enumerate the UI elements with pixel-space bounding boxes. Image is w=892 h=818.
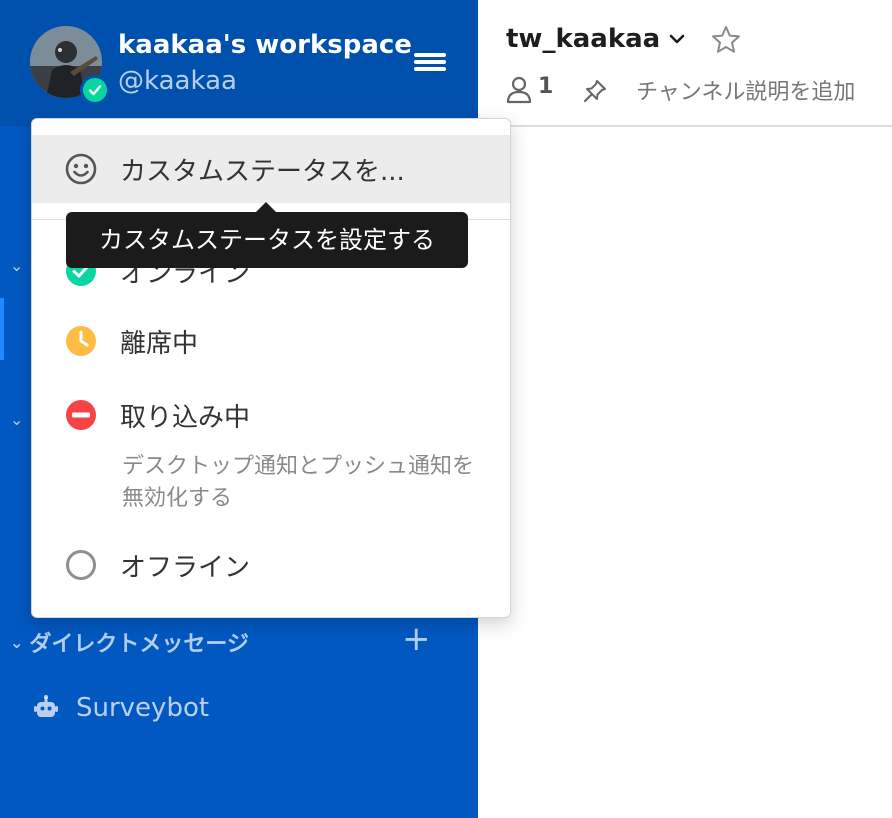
sidebar-header: kaakaa's workspace @kaakaa xyxy=(0,0,478,126)
direct-messages-label: ダイレクトメッセージ xyxy=(29,632,249,657)
star-icon[interactable] xyxy=(710,24,742,56)
channel-header: tw_kaakaa 1 チャンネル説明を追加 xyxy=(478,0,892,127)
chevron-down-icon[interactable]: ⌄ xyxy=(10,410,23,429)
custom-status-tooltip: カスタムステータスを設定する xyxy=(66,212,468,268)
chevron-down-icon[interactable]: ⌄ xyxy=(10,256,23,275)
custom-status-row[interactable]: カスタムステータスを... xyxy=(64,149,405,189)
add-direct-message-button[interactable]: + xyxy=(402,622,431,658)
offline-circle-icon xyxy=(66,550,96,580)
member-icon[interactable] xyxy=(506,76,532,104)
pin-icon[interactable] xyxy=(582,78,608,104)
dm-item-label: Surveybot xyxy=(76,693,210,723)
smiley-icon xyxy=(65,153,97,185)
status-offline-label: オフライン xyxy=(120,552,251,583)
sidebar-item-surveybot[interactable]: Surveybot xyxy=(32,688,209,728)
channel-description-placeholder[interactable]: チャンネル説明を追加 xyxy=(636,74,855,106)
away-clock-icon xyxy=(66,326,96,356)
channel-name-button[interactable]: tw_kaakaa xyxy=(506,24,688,54)
tooltip-arrow xyxy=(256,202,276,212)
channel-name: tw_kaakaa xyxy=(506,24,661,54)
status-dnd-item[interactable]: 取り込み中 xyxy=(64,395,250,435)
workspace-name[interactable]: kaakaa's workspace xyxy=(118,30,412,60)
custom-status-label: カスタムステータスを... xyxy=(120,156,405,187)
chevron-down-icon xyxy=(669,34,685,44)
chevron-down-icon: ⌄ xyxy=(10,632,24,652)
status-dnd-label: 取り込み中 xyxy=(120,402,251,433)
bot-icon xyxy=(34,695,58,717)
online-status-badge xyxy=(80,75,110,105)
username: @kaakaa xyxy=(118,66,237,96)
check-icon xyxy=(88,85,102,96)
member-count[interactable]: 1 xyxy=(538,74,553,99)
status-dropdown-menu: カスタムステータスを... オンライン 離席中 取り込み中 デスクトップ通知とプ… xyxy=(31,118,511,618)
status-away-label: 離席中 xyxy=(120,328,199,359)
dnd-minus-icon xyxy=(66,400,96,430)
hamburger-menu-icon[interactable] xyxy=(410,50,450,80)
status-offline-item[interactable]: オフライン xyxy=(64,545,250,585)
active-channel-indicator xyxy=(0,298,4,360)
direct-messages-header[interactable]: ⌄ ダイレクトメッセージ xyxy=(10,626,249,658)
dnd-description: デスクトップ通知とプッシュ通知を無効化する xyxy=(122,454,475,511)
status-away-item[interactable]: 離席中 xyxy=(64,321,198,361)
